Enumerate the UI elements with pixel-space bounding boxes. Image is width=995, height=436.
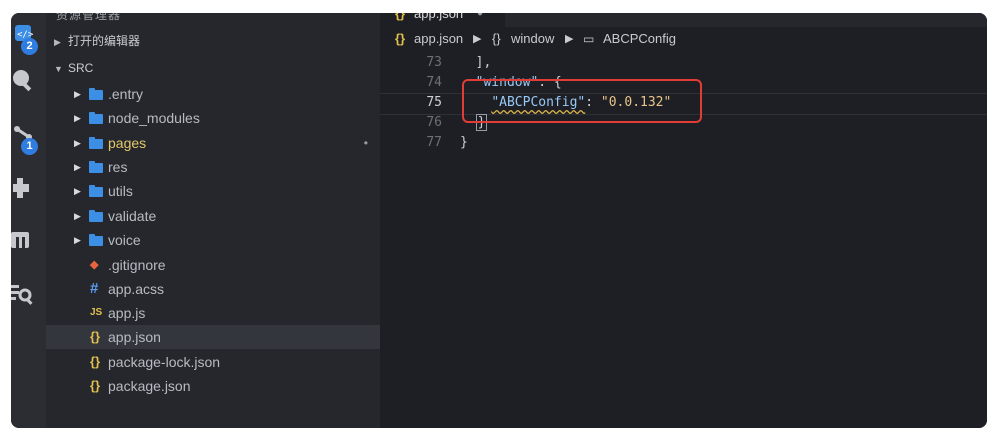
extensions-icon[interactable] xyxy=(11,176,46,210)
tree-item-label: validate xyxy=(108,208,157,224)
pages-icon[interactable] xyxy=(11,228,46,262)
tab-label: app.json xyxy=(414,13,464,21)
tree-item-app-json[interactable]: {} app.json xyxy=(46,325,380,349)
tree-item-label: .entry xyxy=(108,86,144,102)
folder-icon xyxy=(89,234,103,246)
line-number: 75 xyxy=(426,95,442,110)
chevron-right-icon: ▶ xyxy=(74,113,81,123)
chevron-right-icon: ▶ xyxy=(473,33,482,45)
tree-item-label: node_modules xyxy=(108,110,200,126)
string-property-icon: ▭ xyxy=(583,32,595,46)
search-file-icon[interactable] xyxy=(11,281,46,315)
tree-item-label: package.json xyxy=(108,378,191,394)
breadcrumb-abcpconfig[interactable]: ABCPConfig xyxy=(603,27,676,51)
css-file-icon: # xyxy=(90,280,99,297)
folder-icon xyxy=(89,112,103,124)
json-file-icon: {} xyxy=(90,378,101,393)
line-number: 77 xyxy=(426,135,442,150)
annotation-highlight-box xyxy=(462,79,702,123)
sidebar-title: 资源管理器 xyxy=(56,13,122,22)
folder-icon xyxy=(89,137,103,149)
chevron-right-icon: ▶ xyxy=(74,138,81,148)
json-file-icon: {} xyxy=(395,13,406,21)
chevron-right-icon: ▶ xyxy=(54,37,61,47)
tree-item-package-json[interactable]: {} package.json xyxy=(46,374,380,398)
search-icon[interactable] xyxy=(11,65,46,99)
folder-icon xyxy=(89,210,103,222)
line-number: 74 xyxy=(426,75,442,90)
breadcrumb: {} app.json ▶ {} window ▶ ▭ ABCPConfig xyxy=(380,27,987,51)
tree-item-entry[interactable]: ▶ .entry xyxy=(46,82,380,106)
src-folder-section[interactable]: ▼ SRC xyxy=(46,56,380,80)
modified-dot: • xyxy=(363,136,368,150)
breadcrumb-file[interactable]: app.json xyxy=(414,27,463,51)
chevron-right-icon: ▶ xyxy=(74,162,81,172)
tree-item-label: package-lock.json xyxy=(108,354,221,370)
folder-icon xyxy=(89,161,103,173)
tree-item-utils[interactable]: ▶ utils xyxy=(46,179,380,203)
object-icon: {} xyxy=(492,31,501,46)
line-number: 76 xyxy=(426,115,442,130)
tree-item-pages[interactable]: ▶ pages • xyxy=(46,131,380,155)
chevron-right-icon: ▶ xyxy=(74,235,81,245)
chevron-right-icon: ▶ xyxy=(565,33,574,45)
folder-icon xyxy=(89,185,103,197)
tree-item-label: app.json xyxy=(108,329,161,345)
tree-item-label: voice xyxy=(108,232,141,248)
breadcrumb-window[interactable]: window xyxy=(511,27,554,51)
tab-app-json[interactable]: {} app.json ● xyxy=(380,13,505,27)
code-line[interactable]: } xyxy=(460,135,468,150)
ide-window: </> 2 1 资源管理器 ▶ 打开的编辑器 ▼ SRC ▶ .entry ▶ … xyxy=(11,13,987,428)
tree-item-node-modules[interactable]: ▶ node_modules xyxy=(46,106,380,130)
modified-dot-icon[interactable]: ● xyxy=(477,13,483,25)
json-file-icon: {} xyxy=(90,354,101,369)
tree-item-res[interactable]: ▶ res xyxy=(46,155,380,179)
tree-item-voice[interactable]: ▶ voice xyxy=(46,228,380,252)
chevron-right-icon: ▶ xyxy=(74,211,81,221)
explorer-badge: 2 xyxy=(21,38,38,55)
chevron-right-icon: ▶ xyxy=(74,89,81,99)
tree-item-label: res xyxy=(108,159,128,175)
code-line[interactable]: ], xyxy=(460,55,492,70)
tree-item-validate[interactable]: ▶ validate xyxy=(46,204,380,228)
json-file-icon: {} xyxy=(90,329,101,344)
open-editors-label: 打开的编辑器 xyxy=(68,34,141,48)
chevron-right-icon: ▶ xyxy=(74,186,81,196)
explorer-sidebar: 资源管理器 ▶ 打开的编辑器 ▼ SRC ▶ .entry ▶ node_modul… xyxy=(46,13,380,428)
scm-badge: 1 xyxy=(21,138,38,155)
json-file-icon: {} xyxy=(395,31,406,46)
line-number: 73 xyxy=(426,55,442,70)
open-editors-section[interactable]: ▶ 打开的编辑器 xyxy=(46,29,380,53)
source-control-icon[interactable]: 1 xyxy=(11,123,46,157)
tree-item-app-js[interactable]: JS app.js xyxy=(46,301,380,325)
folder-icon xyxy=(89,88,103,100)
tree-item-label: pages xyxy=(108,135,147,151)
tree-item-package-lock-json[interactable]: {} package-lock.json xyxy=(46,350,380,374)
editor-area: {} app.json ● {} app.json ▶ {} window ▶ … xyxy=(380,13,987,428)
tree-item-label: utils xyxy=(108,183,133,199)
tree-item-label: app.acss xyxy=(108,281,165,297)
src-folder-label: SRC xyxy=(68,61,94,75)
activity-bar: </> 2 1 xyxy=(11,13,46,428)
tree-item-gitignore[interactable]: ◆ .gitignore xyxy=(46,253,380,277)
tree-item-app-acss[interactable]: # app.acss xyxy=(46,277,380,301)
git-file-icon: ◆ xyxy=(90,259,99,271)
explorer-icon[interactable]: </> 2 xyxy=(11,21,46,55)
tree-item-label: app.js xyxy=(108,305,146,321)
tab-bar: {} app.json ● xyxy=(380,13,987,27)
chevron-down-icon: ▼ xyxy=(54,64,63,74)
js-file-icon: JS xyxy=(90,307,103,318)
tree-item-label: .gitignore xyxy=(108,257,166,273)
